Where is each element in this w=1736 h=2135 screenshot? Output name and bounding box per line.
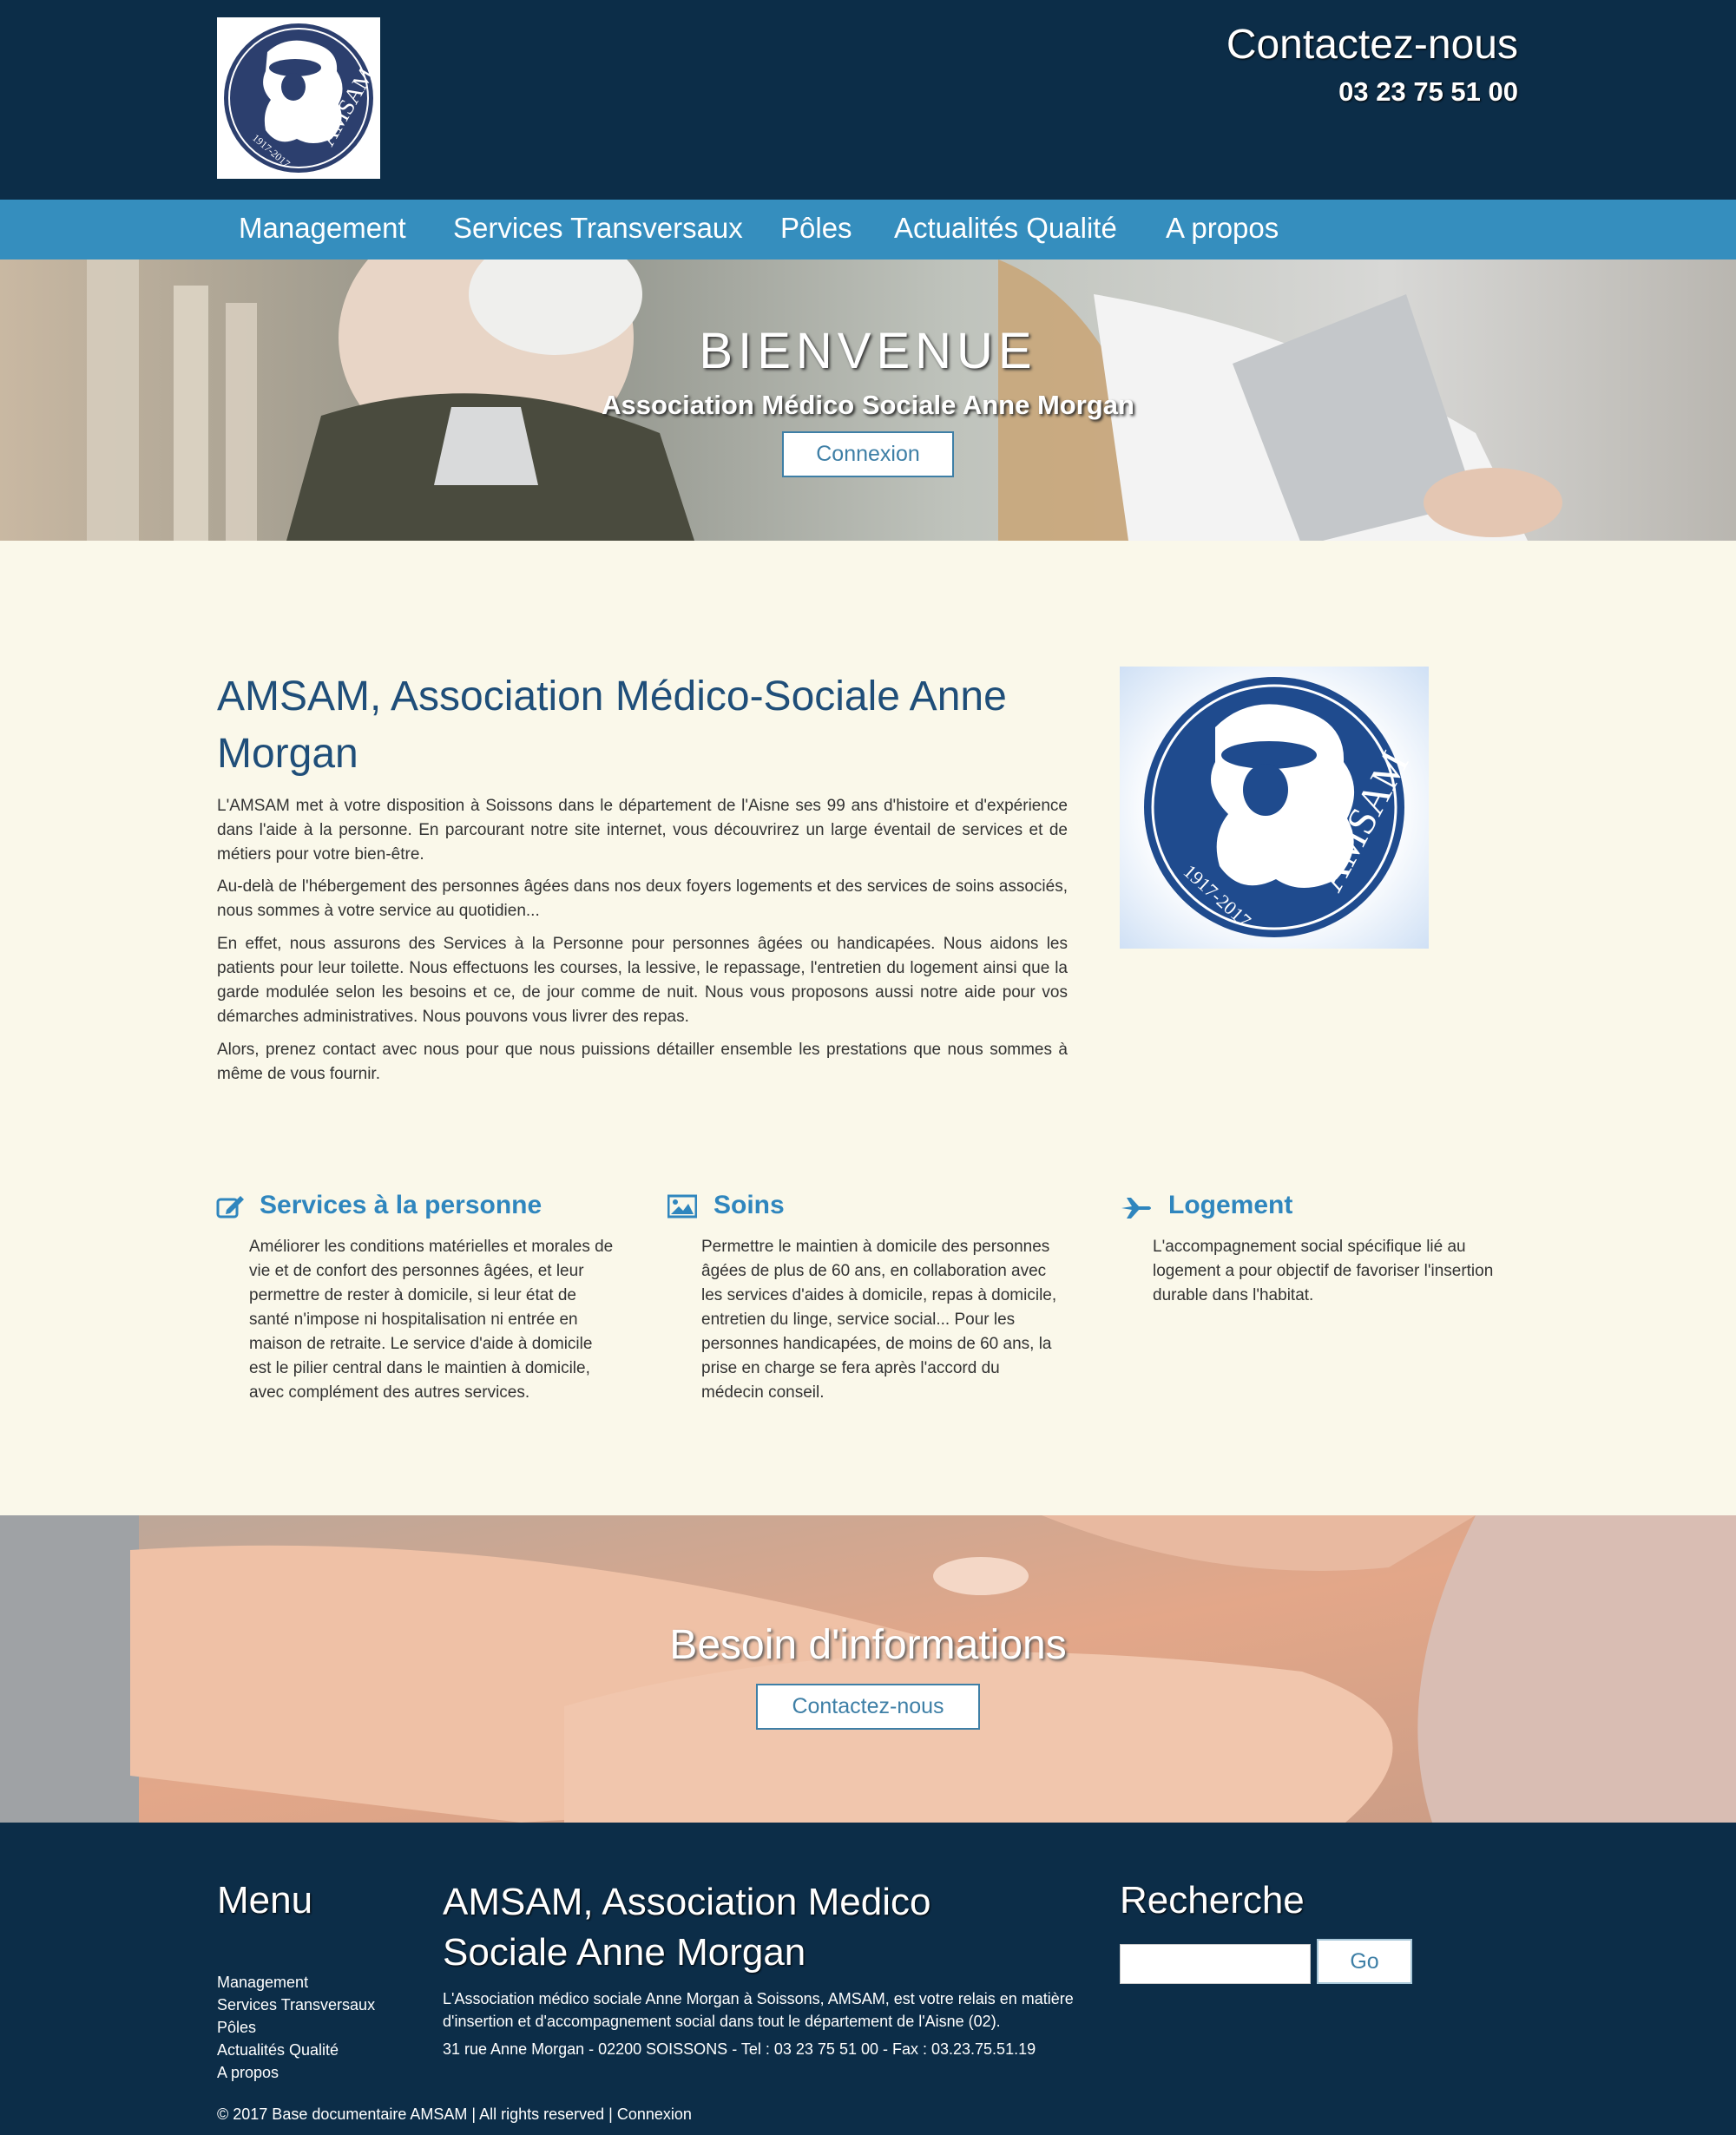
hero-banner: BIENVENUE Association Médico Sociale Ann… (0, 259, 1736, 541)
site-header: AMSAM 1917-2017 Contactez-nous 03 23 75 … (0, 0, 1736, 200)
nav-item-a-propos[interactable]: A propos (1166, 212, 1279, 245)
footer-link-a-propos[interactable]: A propos (217, 2064, 279, 2082)
page-title: AMSAM, Association Médico-Sociale Anne M… (217, 673, 1007, 777)
image-icon (667, 1194, 697, 1219)
copyright: © 2017 Base documentaire AMSAM | All rig… (217, 2105, 692, 2123)
footer-search-title: Recherche (1120, 1879, 1305, 1922)
feature-text-services: Améliorer les conditions matérielles et … (249, 1238, 614, 1402)
contact-paragraph: Alors, prenez contact avec nous pour que… (217, 1041, 1068, 1083)
footer-address: 31 rue Anne Morgan - 02200 SOISSONS - Te… (443, 2040, 1036, 2058)
footer-link-management[interactable]: Management (217, 1974, 308, 1992)
amsam-logo-large: AMSAM 1917-2017 (1120, 667, 1429, 949)
footer-link-actualites-qualite[interactable]: Actualités Qualité (217, 2041, 339, 2059)
contact-phone[interactable]: 03 23 75 51 00 (1338, 76, 1518, 108)
footer-link-services-transversaux[interactable]: Services Transversaux (217, 1996, 375, 2014)
amsam-emblem-icon: AMSAM 1917-2017 (1144, 677, 1417, 937)
info-band-title: Besoin d'informations (669, 1622, 1067, 1668)
search-input[interactable] (1120, 1944, 1311, 1984)
feature-text-logement: L'accompagnement social spécifique lié a… (1153, 1238, 1494, 1304)
footer-link-poles[interactable]: Pôles (217, 2019, 256, 2037)
intro-paragraph: L'AMSAM met à votre disposition à Soisso… (217, 797, 1068, 864)
feature-title-logement[interactable]: Logement (1168, 1191, 1292, 1220)
housing-paragraph: Au-delà de l'hébergement des personnes â… (217, 877, 1068, 920)
site-logo[interactable]: AMSAM 1917-2017 (217, 17, 380, 179)
feature-title-soins[interactable]: Soins (713, 1191, 785, 1220)
contact-title: Contactez-nous (1226, 22, 1518, 68)
edit-icon (216, 1196, 244, 1219)
nav-item-management[interactable]: Management (239, 212, 406, 245)
nav-item-actualites-qualite[interactable]: Actualités Qualité (894, 212, 1117, 245)
footer-menu-title: Menu (217, 1879, 313, 1922)
feature-text-soins: Permettre le maintien à domicile des per… (701, 1238, 1057, 1402)
footer-about-title: AMSAM, Association Medico Sociale Anne M… (443, 1881, 931, 1974)
footer-about-text: L'Association médico sociale Anne Morgan… (443, 1990, 1074, 2030)
hero-title: BIENVENUE (699, 323, 1037, 379)
amsam-logo-icon: AMSAM 1917-2017 (224, 23, 378, 173)
feature-title-services[interactable]: Services à la personne (260, 1191, 542, 1220)
page: AMSAM 1917-2017 Contactez-nous 03 23 75 … (0, 0, 1736, 2135)
plane-icon (1121, 1198, 1151, 1219)
login-button[interactable]: Connexion (782, 431, 954, 477)
services-paragraph: En effet, nous assurons des Services à l… (217, 935, 1068, 1026)
search-go-button[interactable]: Go (1317, 1939, 1412, 1984)
main-nav: Management Services Transversaux Pôles A… (0, 200, 1736, 259)
hero-subtitle: Association Médico Sociale Anne Morgan (602, 390, 1134, 420)
contact-button[interactable]: Contactez-nous (756, 1684, 980, 1730)
info-band: Besoin d'informations Contactez-nous (0, 1515, 1736, 1823)
nav-item-services-transversaux[interactable]: Services Transversaux (453, 212, 743, 245)
hands-photo (0, 1515, 1736, 1823)
nav-item-poles[interactable]: Pôles (780, 212, 852, 245)
